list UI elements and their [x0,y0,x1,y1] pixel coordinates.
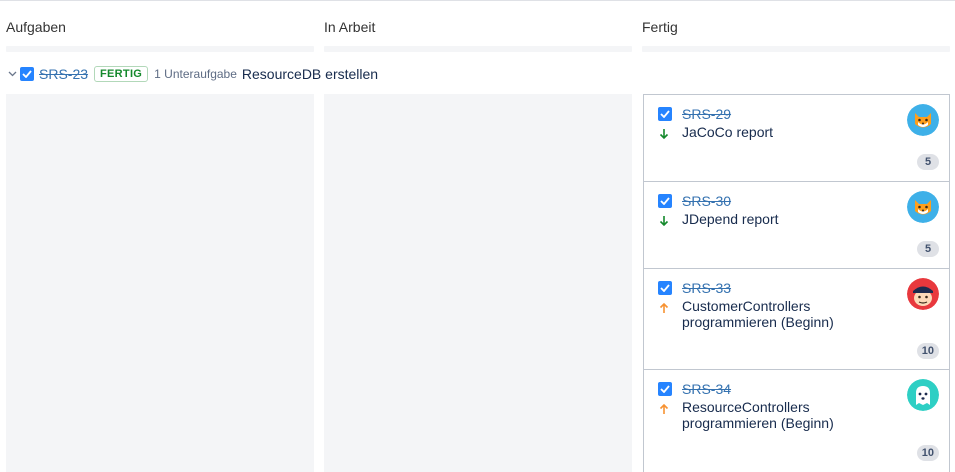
issue-card[interactable]: SRS-34 ResourceControllers programmieren… [643,369,950,472]
arrow-down-icon [658,214,670,228]
issue-summary: CustomerControllers programmieren (Begin… [682,298,834,330]
column-body-in-progress[interactable] [324,94,632,472]
column-header-in-progress: In Arbeit [324,19,376,35]
fox-avatar [907,191,939,223]
ghost-avatar [907,379,939,411]
story-points-badge: 10 [916,445,939,461]
column-header-done: Fertig [642,19,678,35]
story-points-badge: 5 [917,154,939,170]
issue-card[interactable]: SRS-33 CustomerControllers programmieren… [643,268,950,370]
column-body-todo[interactable] [6,94,314,472]
swimlane-header[interactable]: SRS-23 FERTIG 1 Unteraufgabe ResourceDB … [0,64,378,84]
subtask-count: 1 Unteraufgabe [154,67,237,81]
chevron-down-icon[interactable] [5,71,19,77]
pirate-avatar [907,278,939,310]
issue-key[interactable]: SRS-29 [682,106,731,122]
issue-summary: JaCoCo report [682,124,774,140]
story-points-badge: 5 [917,241,939,257]
issue-key[interactable]: SRS-30 [682,193,731,209]
done-checkbox-icon [658,382,672,396]
column-header-todo: Aufgaben [6,19,66,35]
swimlane-title: ResourceDB erstellen [241,66,379,82]
status-badge: FERTIG [94,66,149,82]
issue-card[interactable]: SRS-30 JDepend report 5 [643,181,950,269]
done-checkbox-icon [658,107,672,121]
arrow-up-icon [658,402,670,416]
column-header-divider-todo [6,46,314,52]
done-checkbox-icon [658,194,672,208]
done-checkbox-icon [20,67,34,81]
board-top-border [0,0,955,1]
fox-avatar [907,104,939,136]
swimlane-issue-key[interactable]: SRS-23 [39,66,88,82]
issue-summary: JDepend report [682,211,779,227]
column-header-divider-in-progress [324,46,632,52]
done-checkbox-icon [658,281,672,295]
issue-key[interactable]: SRS-34 [682,381,731,397]
issue-key[interactable]: SRS-33 [682,280,731,296]
arrow-up-icon [658,301,670,315]
story-points-badge: 10 [916,343,939,359]
issue-card[interactable]: SRS-29 JaCoCo report 5 [643,94,950,182]
arrow-down-icon [658,127,670,141]
issue-summary: ResourceControllers programmieren (Begin… [682,399,834,431]
column-header-divider-done [642,46,950,52]
